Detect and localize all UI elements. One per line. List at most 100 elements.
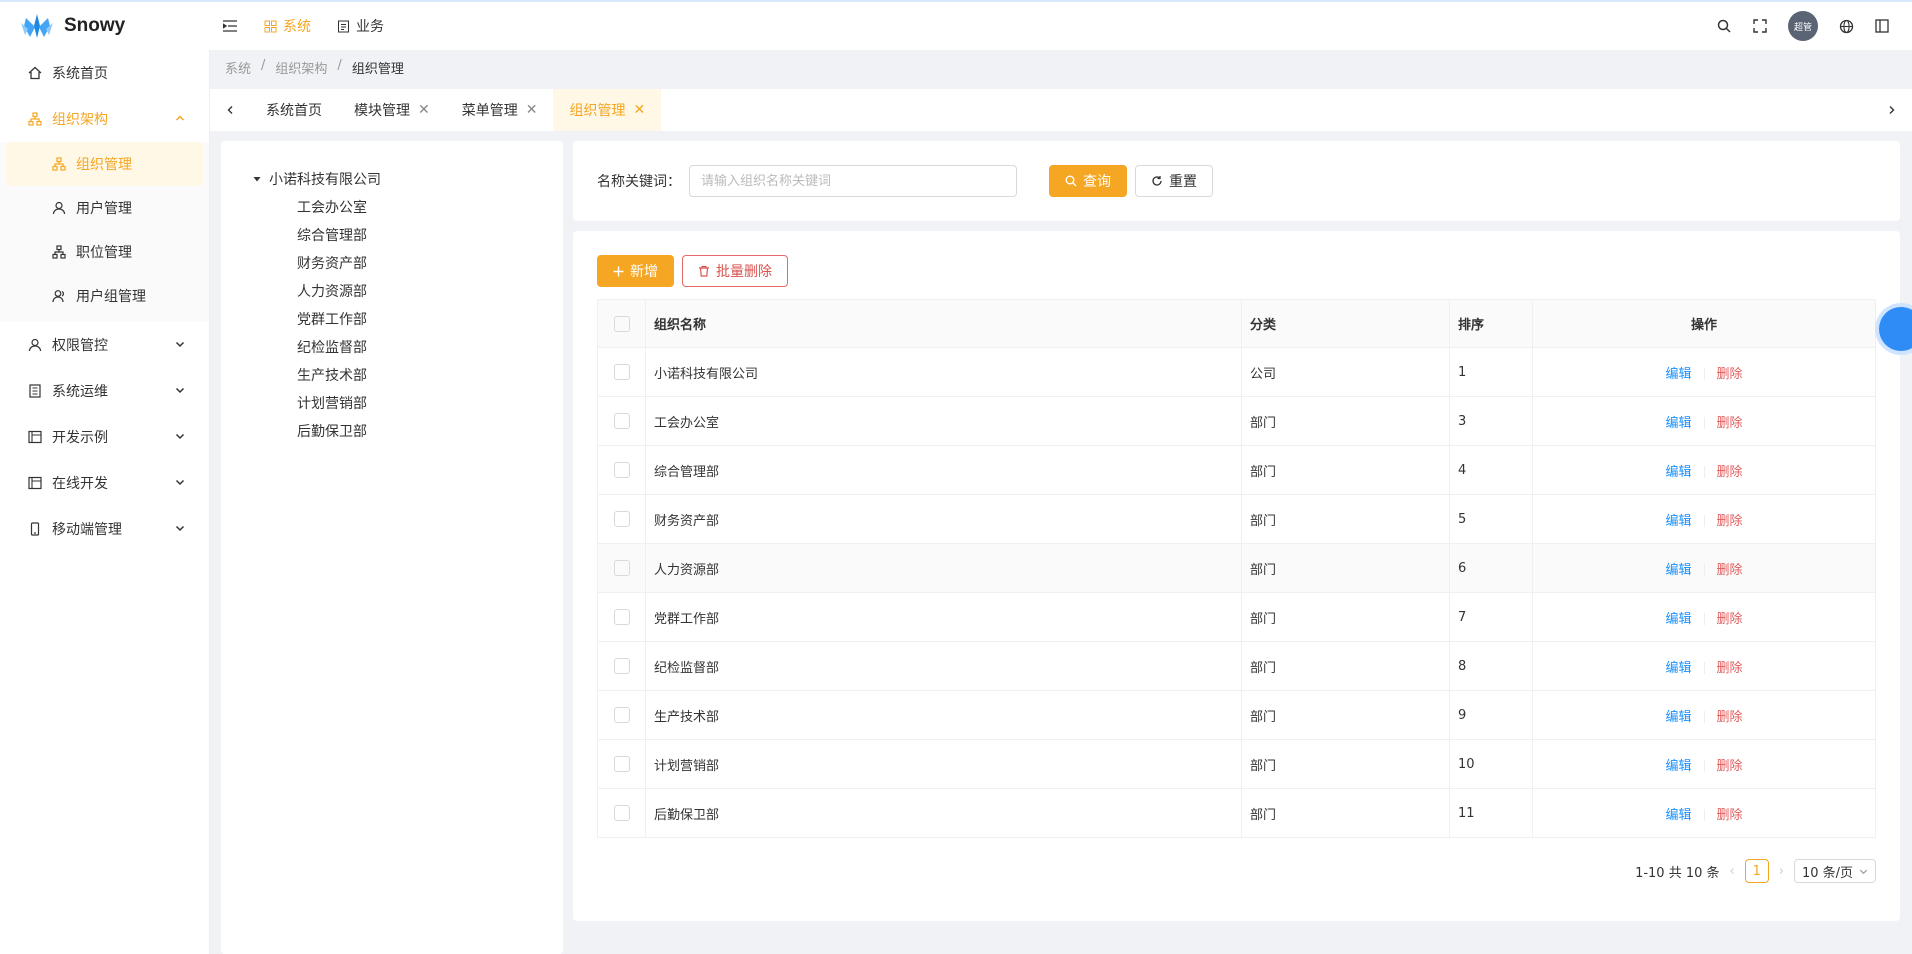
search-input[interactable] (689, 165, 1017, 197)
row-checkbox[interactable] (613, 462, 630, 478)
tree-node[interactable]: 工会办公室 (221, 193, 563, 221)
edit-link[interactable]: 编辑 (1665, 465, 1691, 480)
row-select-cell (597, 445, 646, 495)
sidebar-item-group-manage[interactable]: 用户组管理 (0, 274, 209, 318)
table-row[interactable]: 后勤保卫部 部门 11 编辑 删除 (597, 788, 1876, 838)
edit-link[interactable]: 编辑 (1665, 759, 1691, 774)
table-row[interactable]: 小诺科技有限公司 公司 1 编辑 删除 (597, 347, 1876, 397)
reset-button[interactable]: 重置 (1135, 165, 1213, 197)
add-button[interactable]: 新增 (597, 255, 674, 287)
avatar[interactable]: 超管 (1788, 11, 1818, 41)
tree-node[interactable]: 后勤保卫部 (221, 417, 563, 445)
cell-name: 小诺科技有限公司 (645, 347, 1242, 397)
table-row[interactable]: 党群工作部 部门 7 编辑 删除 (597, 592, 1876, 642)
sidebar-item-dev-examples[interactable]: 开发示例 (0, 414, 209, 460)
edit-link[interactable]: 编辑 (1665, 808, 1691, 823)
cell-category: 部门 (1241, 445, 1450, 495)
tree-node[interactable]: 党群工作部 (221, 305, 563, 333)
select-all-checkbox[interactable] (613, 315, 630, 332)
tab-scroll-left-icon[interactable] (210, 105, 250, 115)
sidebar-item-permission[interactable]: 权限管控 (0, 322, 209, 368)
edit-link[interactable]: 编辑 (1665, 514, 1691, 529)
edit-link[interactable]: 编辑 (1665, 563, 1691, 578)
breadcrumb-item[interactable]: 组织架构 (275, 58, 327, 77)
row-checkbox[interactable] (613, 511, 630, 527)
layout-icon[interactable] (1874, 18, 1890, 34)
delete-link[interactable]: 删除 (1717, 612, 1743, 627)
globe-icon[interactable] (1838, 18, 1854, 34)
logo[interactable]: Snowy (0, 12, 210, 40)
row-checkbox[interactable] (613, 805, 630, 821)
sidebar-item-org-manage[interactable]: 组织管理 (6, 142, 203, 186)
close-icon[interactable]: ✕ (526, 102, 538, 118)
row-checkbox[interactable] (613, 364, 630, 380)
column-header-sort[interactable]: 排序 (1449, 299, 1533, 348)
table-row[interactable]: 人力资源部 部门 6 编辑 删除 (597, 543, 1876, 593)
row-checkbox[interactable] (613, 560, 630, 576)
menu-fold-icon[interactable] (222, 18, 238, 34)
edit-link[interactable]: 编辑 (1665, 612, 1691, 627)
tree-node[interactable]: 计划营销部 (221, 389, 563, 417)
tree-node[interactable]: 人力资源部 (221, 277, 563, 305)
delete-link[interactable]: 删除 (1717, 759, 1743, 774)
tab-scroll-right-icon[interactable] (1872, 105, 1912, 115)
table-row[interactable]: 计划营销部 部门 10 编辑 删除 (597, 739, 1876, 789)
fullscreen-icon[interactable] (1752, 18, 1768, 34)
table-row[interactable]: 生产技术部 部门 9 编辑 删除 (597, 690, 1876, 740)
tab-home[interactable]: 系统首页 (250, 89, 338, 131)
row-checkbox[interactable] (613, 413, 630, 429)
table-row[interactable]: 财务资产部 部门 5 编辑 删除 (597, 494, 1876, 544)
user-icon (28, 338, 42, 352)
breadcrumb-item[interactable]: 系统 (225, 58, 251, 77)
sidebar-item-position-manage[interactable]: 职位管理 (0, 230, 209, 274)
delete-link[interactable]: 删除 (1717, 514, 1743, 529)
close-icon[interactable]: ✕ (418, 102, 430, 118)
edit-link[interactable]: 编辑 (1665, 710, 1691, 725)
delete-link[interactable]: 删除 (1717, 710, 1743, 725)
delete-link[interactable]: 删除 (1717, 661, 1743, 676)
row-checkbox[interactable] (613, 756, 630, 772)
edit-link[interactable]: 编辑 (1665, 367, 1691, 382)
topnav-business[interactable]: 业务 (337, 16, 384, 36)
table-row[interactable]: 纪检监督部 部门 8 编辑 删除 (597, 641, 1876, 691)
tab-menu-manage[interactable]: 菜单管理 ✕ (446, 89, 554, 131)
tree-node[interactable]: 财务资产部 (221, 249, 563, 277)
tree-node[interactable]: 生产技术部 (221, 361, 563, 389)
sidebar-item-ops[interactable]: 系统运维 (0, 368, 209, 414)
column-header-category[interactable]: 分类 (1241, 299, 1450, 348)
prev-page-icon[interactable]: ‹ (1730, 864, 1735, 879)
sidebar-item-home[interactable]: 系统首页 (0, 50, 209, 96)
search-icon[interactable] (1716, 18, 1732, 34)
tree-node[interactable]: 综合管理部 (221, 221, 563, 249)
cell-sort: 7 (1449, 592, 1533, 642)
next-page-icon[interactable]: › (1779, 864, 1784, 879)
tab-module-manage[interactable]: 模块管理 ✕ (338, 89, 446, 131)
table-row[interactable]: 综合管理部 部门 4 编辑 删除 (597, 445, 1876, 495)
sidebar-item-online-dev[interactable]: 在线开发 (0, 460, 209, 506)
table-row[interactable]: 工会办公室 部门 3 编辑 删除 (597, 396, 1876, 446)
delete-link[interactable]: 删除 (1717, 563, 1743, 578)
topnav-system[interactable]: 系统 (264, 16, 311, 36)
tab-org-manage[interactable]: 组织管理 ✕ (553, 89, 662, 131)
row-checkbox[interactable] (613, 707, 630, 723)
caret-down-icon[interactable] (253, 175, 261, 183)
query-button[interactable]: 查询 (1049, 165, 1127, 197)
row-checkbox[interactable] (613, 658, 630, 674)
tree-root-node[interactable]: 小诺科技有限公司 (221, 165, 563, 193)
edit-link[interactable]: 编辑 (1665, 661, 1691, 676)
delete-link[interactable]: 删除 (1717, 367, 1743, 382)
row-checkbox[interactable] (613, 609, 630, 625)
delete-link[interactable]: 删除 (1717, 808, 1743, 823)
delete-link[interactable]: 删除 (1717, 416, 1743, 431)
sidebar-item-org[interactable]: 组织架构 (0, 96, 209, 142)
batch-delete-button[interactable]: 批量删除 (682, 255, 788, 287)
delete-link[interactable]: 删除 (1717, 465, 1743, 480)
close-icon[interactable]: ✕ (633, 102, 645, 118)
edit-link[interactable]: 编辑 (1665, 416, 1691, 431)
tree-node[interactable]: 纪检监督部 (221, 333, 563, 361)
sidebar-item-user-manage[interactable]: 用户管理 (0, 186, 209, 230)
sidebar-item-mobile[interactable]: 移动端管理 (0, 506, 209, 552)
page-number[interactable]: 1 (1744, 859, 1769, 883)
page-size-select[interactable]: 10 条/页 (1793, 859, 1876, 883)
column-header-name[interactable]: 组织名称 (645, 299, 1242, 348)
